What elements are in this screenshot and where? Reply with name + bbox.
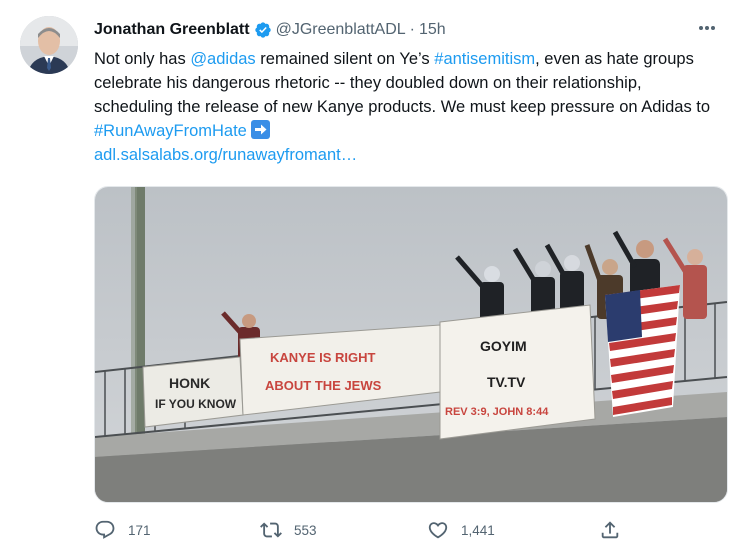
more-options-button[interactable] bbox=[696, 18, 718, 38]
text-part: remained silent on Ye’s bbox=[255, 50, 435, 68]
banner-goyim-text: GOYIM bbox=[480, 338, 527, 354]
tweet-header: Jonathan Greenblatt @JGreenblattADL · 15… bbox=[94, 18, 718, 42]
retweet-button[interactable]: 553 bbox=[260, 516, 317, 544]
banner-ifyouknow-text: IF YOU KNOW bbox=[155, 397, 237, 411]
reply-icon bbox=[95, 520, 115, 539]
avatar-image bbox=[20, 16, 78, 74]
retweet-count: 553 bbox=[294, 522, 317, 538]
author-handle[interactable]: @JGreenblattADL bbox=[276, 20, 406, 40]
banner-honk-text: HONK bbox=[169, 375, 210, 391]
verified-badge-icon bbox=[254, 22, 271, 38]
url-link[interactable]: adl.salsalabs.org/runawayfromant… bbox=[94, 146, 357, 164]
banner-tvtv-text: TV.TV bbox=[487, 374, 526, 390]
reply-button[interactable]: 171 bbox=[94, 516, 151, 544]
share-button[interactable] bbox=[599, 516, 621, 544]
hashtag-link[interactable]: #antisemitism bbox=[434, 50, 535, 68]
banner-jews-text: ABOUT THE JEWS bbox=[265, 378, 382, 393]
author-name[interactable]: Jonathan Greenblatt bbox=[94, 20, 250, 40]
right-arrow-emoji-icon bbox=[250, 120, 270, 139]
tweet-photo[interactable]: HONK IF YOU KNOW KANYE IS RIGHT ABOUT TH… bbox=[94, 186, 728, 503]
share-icon bbox=[601, 521, 619, 539]
text-part: Not only has bbox=[94, 50, 191, 68]
banner-rev-text: REV 3:9, JOHN 8:44 bbox=[445, 406, 549, 418]
like-count: 1,441 bbox=[461, 522, 495, 538]
mention-link[interactable]: @adidas bbox=[190, 50, 255, 68]
retweet-icon bbox=[260, 522, 282, 538]
banner-kanye-text: KANYE IS RIGHT bbox=[270, 350, 376, 365]
hashtag-link[interactable]: #RunAwayFromHate bbox=[94, 122, 247, 140]
american-flag-illustration bbox=[605, 285, 680, 417]
like-button[interactable]: 1,441 bbox=[427, 516, 495, 544]
overpass-photo-illustration: HONK IF YOU KNOW KANYE IS RIGHT ABOUT TH… bbox=[95, 187, 727, 502]
tweet-timestamp[interactable]: 15h bbox=[419, 20, 446, 40]
author-avatar[interactable] bbox=[20, 16, 78, 74]
more-dots-icon bbox=[699, 26, 715, 30]
heart-icon bbox=[428, 522, 448, 539]
separator-dot: · bbox=[409, 21, 415, 38]
tweet-text: Not only has @adidas remained silent on … bbox=[94, 47, 718, 167]
reply-count: 171 bbox=[128, 522, 151, 538]
tweet-actions: 171 553 1,441 bbox=[94, 516, 726, 544]
